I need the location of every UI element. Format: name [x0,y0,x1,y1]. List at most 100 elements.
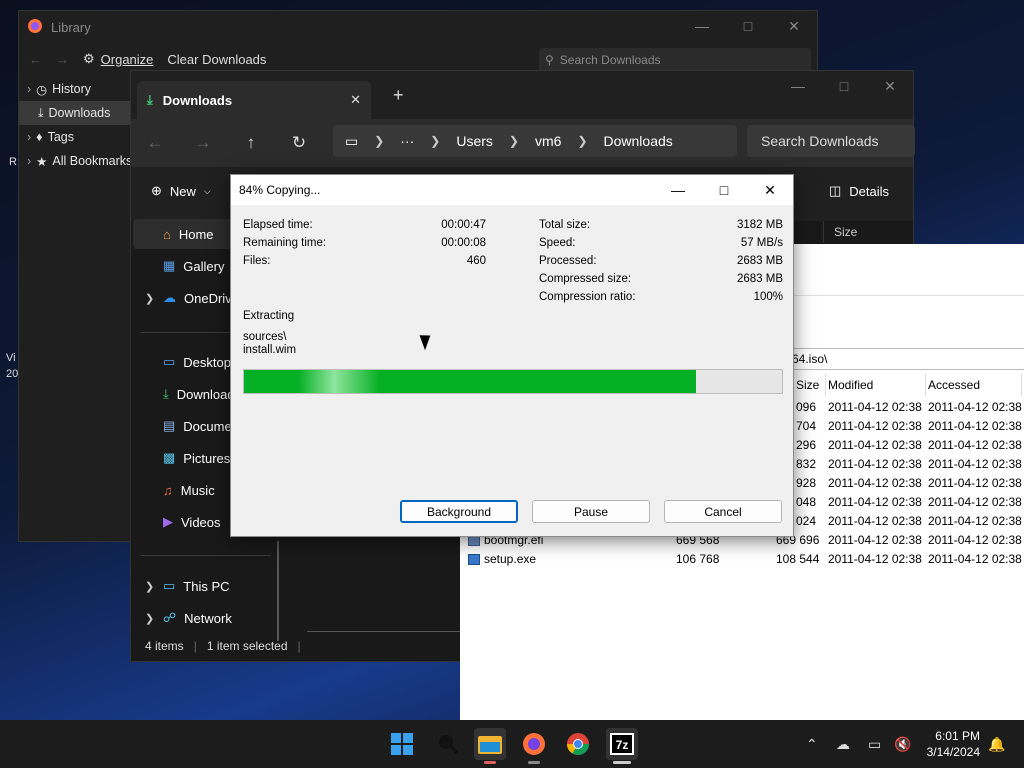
notification-bell-icon[interactable]: 🔔 [988,736,1005,753]
cloud-icon[interactable]: ☁ [836,736,850,753]
elapsed-time-value: 00:00:47 [441,219,486,231]
compression-ratio-label: Compression ratio: [539,291,636,303]
pause-button[interactable]: Pause [532,500,650,523]
tree-item-downloads[interactable]: ⤓ Downloads [19,101,131,125]
details-button[interactable]: ◫ Details [829,183,889,199]
file-explorer-icon[interactable] [474,728,506,764]
status-selection: 1 item selected [206,639,288,653]
close-button[interactable]: ✕ [747,175,793,205]
chevron-right-icon: ❯ [374,134,385,148]
close-button[interactable]: ✕ [867,71,913,101]
cell-modified: 2011-04-12 02:38 [828,495,922,509]
breadcrumb-item[interactable]: vm6 [535,133,561,149]
chevron-up-icon[interactable]: ⌃ [806,736,818,753]
forward-icon[interactable]: → [56,52,69,67]
cell-size: 024 [796,514,817,528]
back-button[interactable]: ← [131,133,179,153]
speed-label: Speed: [539,237,576,249]
refresh-button[interactable]: ↻ [275,133,323,153]
organize-label: Organize [100,51,154,67]
column-header-accessed[interactable]: Accessed [926,374,1022,396]
maximize-button[interactable]: □ [821,71,867,101]
breadcrumb-item[interactable]: Users [456,133,493,149]
status-item-count: 4 items [145,639,184,653]
progress-bar [243,369,783,394]
files-value: 460 [466,255,486,267]
search-input[interactable]: ⚲ Search Downloads [539,48,811,72]
chevron-right-icon[interactable]: ❯ [145,580,154,593]
search-input[interactable]: Search Downloads [747,125,915,157]
close-button[interactable]: ✕ [771,11,817,41]
chevron-right-icon[interactable]: ❯ [145,292,154,305]
progress-fill [244,370,696,393]
details-label: Details [849,183,890,199]
new-tab-button[interactable]: + [393,85,404,106]
clear-downloads-button[interactable]: Clear Downloads [167,52,266,67]
desktop-icon-label: R [9,156,17,168]
breadcrumb-item[interactable]: Downloads [604,133,673,149]
scrollbar[interactable] [277,541,279,641]
mouse-cursor [419,331,435,351]
speed-value: 57 MB/s [740,237,783,249]
minimize-button[interactable]: — [775,71,821,101]
remaining-time-label: Remaining time: [243,237,327,249]
processed-label: Processed: [539,255,597,267]
search-icon[interactable] [432,728,464,760]
processed-value: 2683 MB [736,255,783,267]
cell-modified: 2011-04-12 02:38 [828,476,922,490]
tree-item-history[interactable]: › ◷ History [19,77,131,101]
chevron-right-icon: ❯ [508,134,519,148]
download-icon: ⤓ [163,386,169,401]
up-button[interactable]: ↑ [227,133,275,153]
back-icon[interactable]: ← [29,52,42,67]
tree-item-tags[interactable]: › ♦ Tags [19,125,131,149]
minimize-button[interactable]: — [679,11,725,41]
network-icon[interactable]: ▭ [868,736,881,753]
current-path: sources\ [243,331,287,343]
chevron-right-icon[interactable]: ❯ [145,612,154,625]
new-button[interactable]: ⊕ New ⌵ [151,183,211,199]
nav-item-network[interactable]: ❯ ☍ Network [133,603,279,633]
column-header-size[interactable]: Size [823,221,907,243]
close-tab-icon[interactable]: ✕ [350,92,361,108]
tree-item-all-bookmarks[interactable]: › ★ All Bookmarks [19,149,131,173]
more-icon[interactable]: ··· [400,133,414,149]
firefox-icon[interactable] [518,728,550,764]
minimize-button[interactable]: — [655,175,701,205]
cell-accessed: 2011-04-12 02:38 [928,457,1022,471]
nav-item-this-pc[interactable]: ❯ ▭ This PC [133,571,279,601]
chrome-icon[interactable] [562,728,594,760]
documents-icon: ▤ [163,418,176,433]
column-header-modified[interactable]: Modified [826,374,926,396]
cell-size: 928 [796,476,817,490]
maximize-button[interactable]: □ [701,175,747,205]
cancel-button[interactable]: Cancel [664,500,782,523]
organize-button[interactable]: ⚙ Organize [83,51,153,67]
tab-downloads[interactable]: ⤓ Downloads ✕ [137,81,371,119]
gear-icon: ⚙ [83,51,95,66]
star-icon: ★ [36,154,48,169]
remaining-time-value: 00:00:08 [441,237,486,249]
cell-packed-size: 108 544 [776,552,820,566]
cell-accessed: 2011-04-12 02:38 [928,533,1022,547]
volume-muted-icon[interactable]: 🔇 [894,736,911,753]
network-icon: ☍ [163,610,177,625]
7zip-icon[interactable]: 7z [606,728,638,764]
background-button[interactable]: Background [400,500,518,523]
forward-button[interactable]: → [179,133,227,153]
dialog-title: 84% Copying... [239,183,321,197]
search-icon: ⚲ [545,53,554,67]
table-row[interactable]: setup.exe 106 768 108 544 2011-04-12 02:… [460,550,1024,569]
maximize-button[interactable]: □ [725,11,771,41]
download-icon: ⤓ [38,105,44,120]
cell-accessed: 2011-04-12 02:38 [928,476,1022,490]
cell-modified: 2011-04-12 02:38 [828,438,922,452]
column-header-size[interactable]: Size [794,374,826,396]
windows-start-icon[interactable] [386,728,418,760]
videos-icon: ▶ [163,514,173,529]
firefox-icon [27,18,43,37]
address-bar[interactable]: ▭ ❯ ··· ❯ Users ❯ vm6 ❯ Downloads [333,125,737,157]
nav-item-label: Pictures [183,450,231,466]
clock[interactable]: 6:01 PM 3/14/2024 [916,728,980,760]
nav-item-label: Desktop [183,354,231,370]
